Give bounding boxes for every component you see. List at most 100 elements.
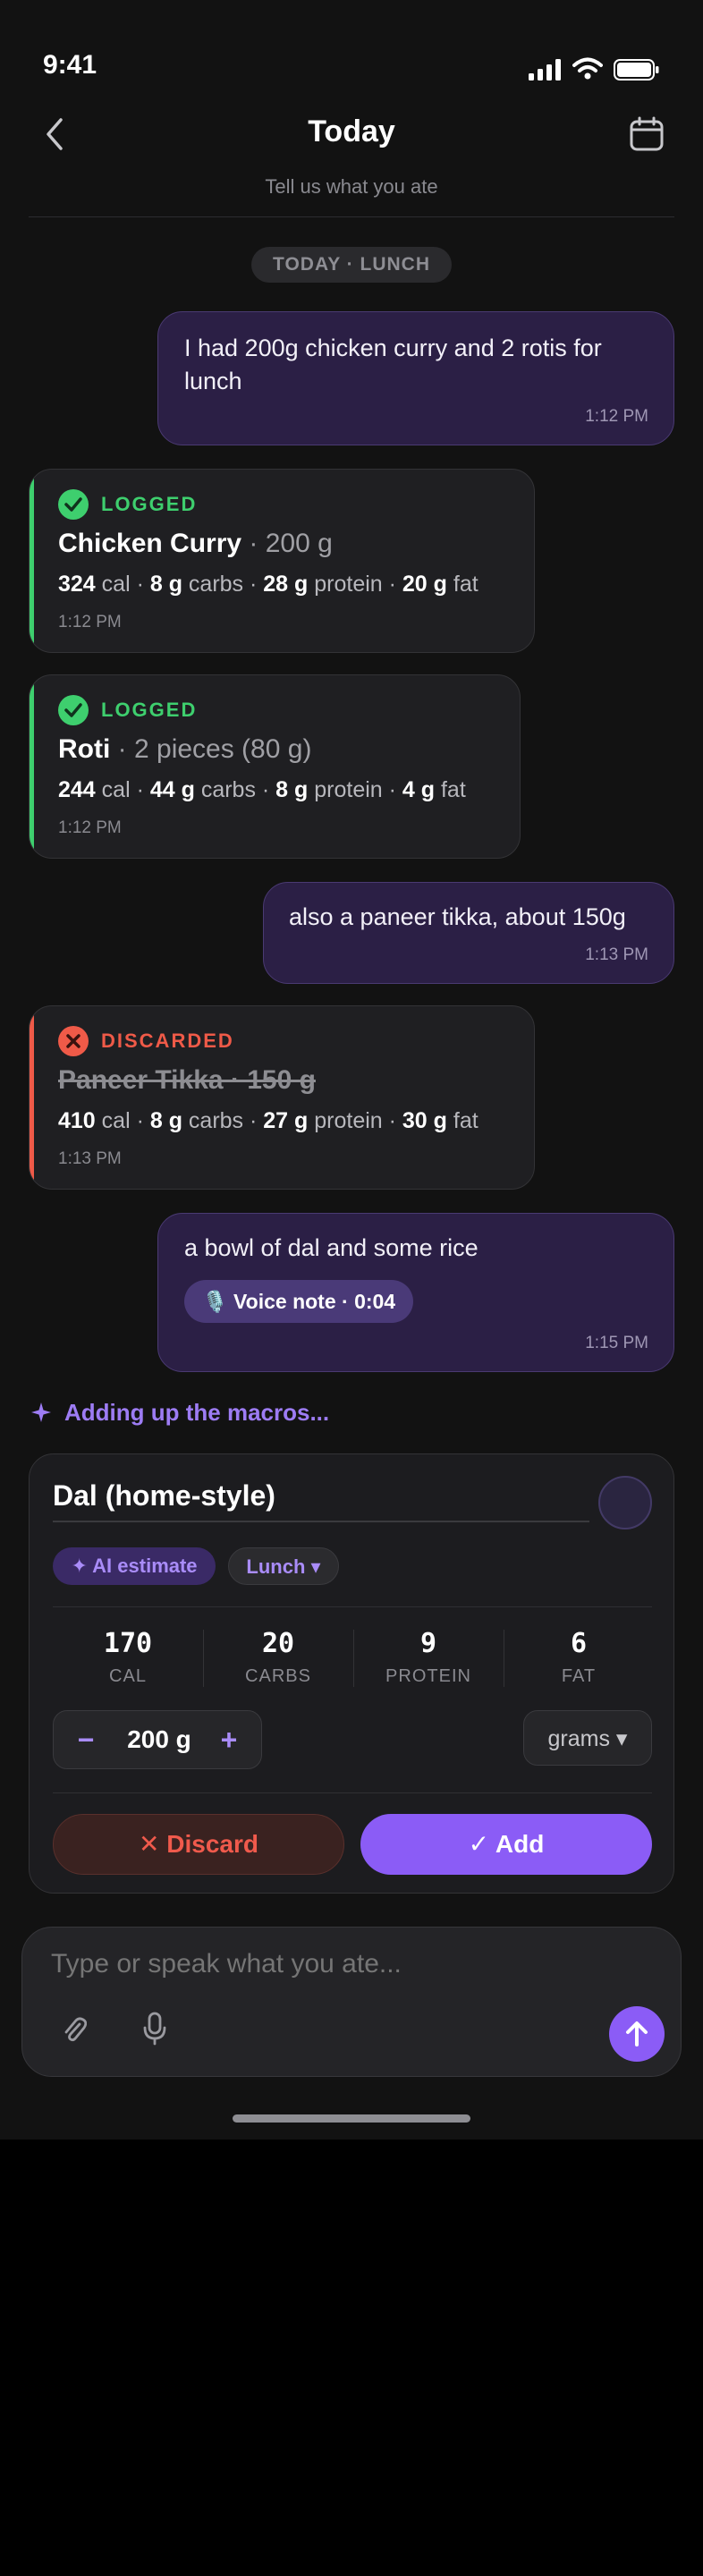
status-bar-accent [30,1006,34,1189]
page-subtitle: Tell us what you ate [265,175,438,198]
food-quantity: · 2 pieces (80 g) [110,734,312,764]
progress-indicator: Adding up the macros... [30,1399,329,1427]
message-time: 1:15 PM [585,1334,648,1352]
carbs-unit: carbs · [182,1108,264,1133]
log-time: 1:12 PM [58,818,122,837]
composer [21,1927,682,2077]
send-button[interactable] [609,2006,665,2062]
macro-label: PROTEIN [385,1666,471,1686]
unit-select[interactable]: grams ▾ [523,1710,652,1766]
food-photo-placeholder[interactable] [598,1476,652,1530]
macro-summary: 244 cal · 44 g carbs · 8 g protein · 4 g… [58,777,466,803]
x-circle-icon [58,1026,89,1056]
message-text: a bowl of dal and some rice [184,1234,479,1261]
voice-note-chip[interactable]: 🎙️ Voice note · 0:04 [184,1280,413,1323]
check-circle-icon [58,489,89,520]
log-status: LOGGED [101,493,198,515]
calendar-icon[interactable] [629,116,665,152]
message-input[interactable] [51,1949,588,1979]
signal-icon [529,59,561,80]
fat-unit: fat [446,1108,479,1133]
increment-button[interactable]: + [211,1720,247,1759]
macro-summary: 324 cal · 8 g carbs · 28 g protein · 20 … [58,572,479,597]
carbs-value: 8 g [149,1108,182,1133]
macro-label: FAT [561,1666,597,1686]
wifi-icon [572,57,603,80]
macro-cal: 170 CAL [53,1628,203,1687]
macro-value: 20 [261,1628,295,1659]
message-time: 1:12 PM [585,407,648,426]
macro-summary: 410 cal · 8 g carbs · 27 g protein · 30 … [58,1108,479,1134]
log-status: LOGGED [101,699,198,721]
fat-value: 4 g [402,777,436,802]
macro-value: 170 [103,1628,153,1659]
app-screen: 9:41 Today Tell us what you ate TODAY · … [0,0,703,2140]
macro-value: 6 [570,1628,588,1659]
food-name: Paneer Tikka · 150 g [58,1065,316,1095]
cal-value: 324 [58,572,96,597]
ai-estimate-chip: ✦ AI estimate [53,1547,216,1585]
log-time: 1:13 PM [58,1149,122,1168]
macro-fat: 6 FAT [504,1628,654,1687]
meal-select[interactable]: Lunch ▾ [228,1547,339,1585]
food-name: Chicken Curry · 200 g [58,529,333,559]
protein-unit: protein · [308,1108,402,1133]
protein-value: 27 g [263,1108,309,1133]
user-message: also a paneer tikka, about 150g 1:13 PM [263,882,674,984]
carbs-unit: carbs · [182,572,264,597]
status-bar-accent [30,675,34,858]
message-text-line: lunch [184,368,242,394]
carbs-value: 44 g [149,777,195,802]
estimate-card: Dal (home-style) ✦ AI estimate Lunch ▾ 1… [29,1453,674,1894]
log-time: 1:12 PM [58,613,122,631]
status-time: 9:41 [43,50,97,80]
protein-value: 8 g [275,777,309,802]
protein-unit: protein · [308,777,402,802]
fat-unit: fat [435,777,466,802]
battery-icon [614,59,659,80]
name-underline [53,1521,589,1522]
macro-carbs: 20 CARBS [203,1628,353,1687]
header-divider [29,216,674,217]
cal-unit: cal · [95,572,150,597]
cal-value: 244 [58,777,96,802]
decrement-button[interactable]: − [68,1720,104,1759]
cal-value: 410 [58,1108,96,1133]
quantity-stepper: − 200 g + [53,1710,262,1769]
log-card[interactable]: LOGGED Roti · 2 pieces (80 g) 244 cal · … [29,674,521,859]
status-bar-accent [30,470,34,652]
discard-button[interactable]: ✕ Discard [53,1814,344,1875]
sparkle-icon [31,1402,51,1422]
message-text: also a paneer tikka, about 150g [289,903,626,930]
add-button[interactable]: ✓ Add [360,1814,652,1875]
protein-unit: protein · [308,572,402,597]
progress-text: Adding up the macros... [64,1399,330,1426]
message-time: 1:13 PM [585,945,648,964]
user-message: I had 200g chicken curry and 2 rotis for… [157,311,674,445]
carbs-value: 8 g [149,572,182,597]
food-name: Roti · 2 pieces (80 g) [58,734,311,765]
page-title: Today [308,114,395,148]
log-card[interactable]: LOGGED Chicken Curry · 200 g 324 cal · 8… [29,469,535,653]
macro-protein: 9 PROTEIN [353,1628,504,1687]
estimate-food-name[interactable]: Dal (home-style) [53,1479,275,1513]
log-status: DISCARDED [101,1030,234,1052]
macro-label: CAL [109,1666,147,1686]
paperclip-icon[interactable] [62,2015,87,2044]
home-indicator [233,2114,470,2123]
microphone-icon[interactable] [142,2012,167,2046]
food-title: Roti [58,734,111,764]
protein-value: 28 g [263,572,309,597]
date-chip: TODAY · LUNCH [251,247,452,283]
fat-value: 30 g [402,1108,447,1133]
cal-unit: cal · [95,1108,150,1133]
fat-value: 20 g [402,572,447,597]
message-text-line: I had 200g chicken curry and 2 rotis for [184,335,602,361]
user-message: a bowl of dal and some rice 🎙️ Voice not… [157,1213,674,1372]
food-quantity: · 200 g [241,529,333,558]
fat-unit: fat [446,572,479,597]
log-card[interactable]: DISCARDED Paneer Tikka · 150 g 410 cal ·… [29,1005,535,1190]
quantity-value[interactable]: 200 g [107,1725,211,1754]
send-arrow-icon [626,2021,648,2046]
food-title: Chicken Curry [58,529,242,558]
